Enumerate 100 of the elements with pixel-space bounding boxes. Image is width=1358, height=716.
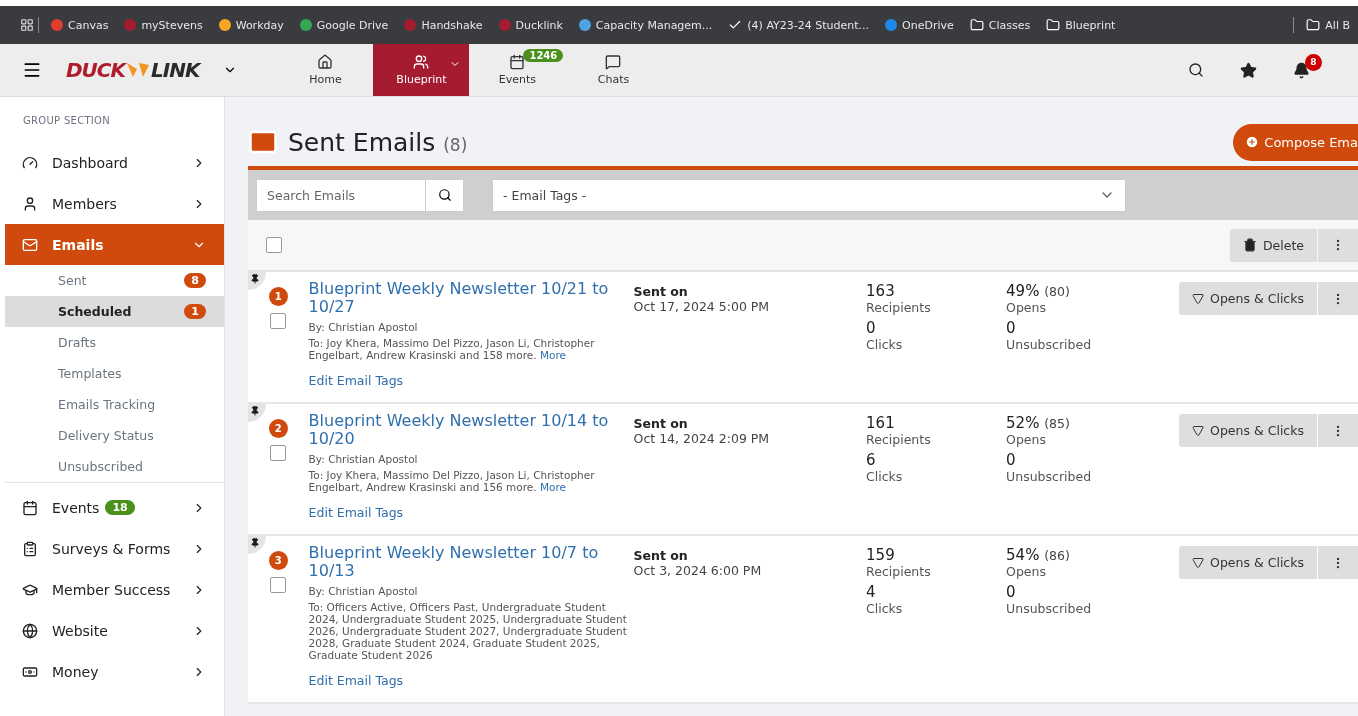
stat-value: 163: [866, 282, 896, 300]
duck-feet-icon: [125, 61, 152, 79]
trash-icon: [1242, 238, 1257, 252]
sidebar-item[interactable]: Events 18: [5, 487, 224, 528]
stat-label: Unsubscribed: [1006, 601, 1093, 616]
stat-value: 0: [1006, 319, 1017, 337]
select-all-checkbox[interactable]: [266, 237, 282, 253]
sent-label: Sent on: [633, 284, 689, 299]
sent-label: Sent on: [633, 416, 689, 431]
favorites-button[interactable]: [1240, 61, 1257, 79]
stat-value: 6: [866, 451, 877, 469]
bookmark[interactable]: myStevens: [116, 18, 211, 32]
section-heading: GROUP SECTION: [22, 115, 112, 128]
more-link[interactable]: More: [539, 481, 566, 493]
sidebar-item[interactable]: Member Success: [5, 569, 224, 610]
bookmark[interactable]: Ducklink: [490, 18, 571, 32]
row-checkbox[interactable]: [270, 313, 287, 329]
stat-value: 0: [866, 319, 877, 337]
stat-label: Recipients: [866, 300, 932, 315]
bookmark[interactable]: Google Drive: [291, 18, 397, 32]
sidebar-item[interactable]: Emails: [5, 224, 224, 265]
sidebar-item[interactable]: Members: [5, 183, 224, 224]
sidebar-item[interactable]: Website: [5, 610, 224, 651]
email-recipients: To: Joy Khera, Massimo Del Pizzo, Jason Li, Christopher Engelbart, Andrew Krasinski and 156 more. More: [308, 469, 596, 493]
sidebar-item[interactable]: Surveys & Forms: [5, 528, 224, 569]
folder-icon: [969, 18, 984, 32]
more-link[interactable]: More: [539, 349, 566, 361]
count-badge: 18: [105, 500, 135, 515]
bookmark[interactable]: Handshake: [396, 18, 491, 32]
opens-clicks-button[interactable]: Opens & Clicks: [1179, 282, 1317, 315]
edit-tags-link[interactable]: Edit Email Tags: [308, 373, 634, 388]
bookmark[interactable]: Canvas: [43, 18, 117, 32]
bookmark[interactable]: Capacity Managem...: [570, 18, 721, 32]
email-title[interactable]: Blueprint Weekly Newsletter 10/14 to 10/20: [308, 412, 634, 448]
site-icon: [124, 19, 137, 31]
apps-icon[interactable]: [20, 18, 34, 32]
sidebar-subitem[interactable]: Delivery Status: [5, 420, 224, 451]
count-badge: 8: [1305, 53, 1322, 71]
globe-icon: [22, 622, 38, 639]
person-icon: [22, 195, 38, 212]
sidebar-subitem[interactable]: Unsubscribed: [5, 451, 224, 482]
pin-icon[interactable]: [248, 404, 266, 422]
search-icon: [437, 188, 452, 202]
opens-clicks-button[interactable]: Opens & Clicks: [1179, 546, 1317, 579]
opens-clicks-button[interactable]: Opens & Clicks: [1179, 414, 1317, 447]
bookmark[interactable]: Classes: [961, 18, 1039, 32]
sent-date: Oct 14, 2024 2:09 PM: [633, 431, 771, 446]
menu-icon[interactable]: [22, 60, 42, 80]
sidebar-item[interactable]: Money: [5, 651, 224, 692]
pin-icon[interactable]: [248, 272, 266, 290]
stat-value: 0: [1006, 451, 1017, 469]
gauge-icon: [22, 154, 38, 171]
nav-tab[interactable]: Home: [277, 44, 374, 96]
bookmark[interactable]: (4) AY23-24 Student...: [720, 18, 878, 32]
sidebar-subitem[interactable]: Sent 8: [5, 265, 224, 296]
email-title[interactable]: Blueprint Weekly Newsletter 10/7 to 10/13: [308, 544, 634, 580]
number-badge: 2: [268, 419, 288, 438]
stat-label: Unsubscribed: [1006, 337, 1093, 352]
home-icon: [317, 54, 334, 70]
stat-label: Clicks: [866, 337, 904, 352]
sent-label: Sent on: [633, 548, 689, 563]
nav-tab[interactable]: Blueprint: [373, 44, 470, 96]
email-recipients: To: Officers Active, Officers Past, Undergraduate Student 2024, Undergraduate Student 2025, Undergraduate Student 2026, Undergraduate Student 2027, Undergraduate Student 2028, Graduate Student 2024, Graduate Student 2025, Graduate Student 2026: [308, 601, 628, 661]
row-checkbox[interactable]: [270, 445, 287, 461]
tags-dropdown[interactable]: - Email Tags -: [492, 178, 1126, 212]
nav-tab[interactable]: Chats: [565, 44, 662, 96]
bookmark[interactable]: OneDrive: [877, 18, 962, 32]
stat-label: Recipients: [866, 432, 932, 447]
folder-icon: [1306, 18, 1321, 32]
stat-label: Opens: [1006, 432, 1047, 447]
edit-tags-link[interactable]: Edit Email Tags: [308, 505, 634, 520]
sidebar-subitem[interactable]: Emails Tracking: [5, 389, 224, 420]
edit-tags-link[interactable]: Edit Email Tags: [308, 673, 634, 688]
pin-icon[interactable]: [248, 536, 266, 554]
sidebar-subitem[interactable]: Templates: [5, 358, 224, 389]
stat-label: Unsubscribed: [1006, 469, 1093, 484]
email-title[interactable]: Blueprint Weekly Newsletter 10/21 to 10/27: [308, 280, 634, 316]
count-badge: 8: [184, 273, 206, 288]
site-icon: [404, 19, 417, 31]
sidebar-subitem[interactable]: Drafts: [5, 327, 224, 358]
stat-value: 159: [866, 546, 896, 564]
filter-icon: [1192, 556, 1205, 569]
compose-button[interactable]: Compose Ema: [1233, 123, 1358, 161]
search-field[interactable]: Search Emails: [256, 178, 464, 212]
stat-label: Clicks: [866, 601, 904, 616]
calendar-icon: [22, 499, 38, 516]
nav-tab[interactable]: Events 1246: [469, 44, 566, 96]
logo[interactable]: DUCK LINK: [66, 58, 200, 82]
stat-value: 49% (80): [1006, 282, 1071, 300]
search-button[interactable]: [1188, 62, 1204, 78]
delete-button[interactable]: Delete: [1229, 228, 1317, 262]
row-checkbox[interactable]: [270, 577, 287, 593]
bookmark[interactable]: Workday: [210, 18, 292, 32]
sidebar-subitem[interactable]: Scheduled 1: [5, 296, 224, 327]
bookmark[interactable]: Blueprint: [1038, 18, 1124, 32]
sidebar-item[interactable]: Dashboard: [5, 142, 224, 183]
notifications-button[interactable]: [1293, 61, 1310, 79]
people-icon: [413, 54, 430, 70]
stat-label: Recipients: [866, 564, 932, 579]
all-bookmarks[interactable]: All B: [1298, 18, 1358, 32]
